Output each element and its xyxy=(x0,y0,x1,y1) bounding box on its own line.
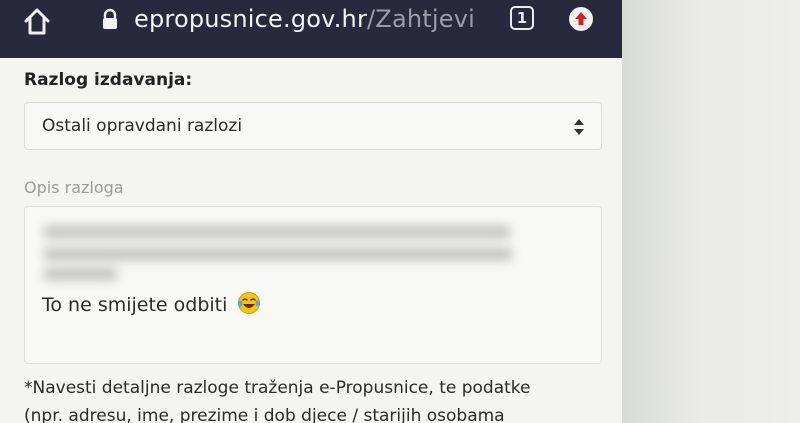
hint-line-2: (npr. adresu, ime, prezime i dob djece /… xyxy=(24,406,505,423)
select-arrows-icon xyxy=(574,119,584,135)
reason-select[interactable]: Ostali opravdani razlozi xyxy=(24,102,602,150)
background-outside-screen xyxy=(622,0,800,423)
description-textarea[interactable]: To ne smijete odbiti xyxy=(24,206,602,364)
home-icon[interactable] xyxy=(22,6,52,36)
url-host: epropusnice.gov.hr xyxy=(134,5,368,33)
description-label: Opis razloga xyxy=(24,178,124,197)
description-text: To ne smijete odbiti xyxy=(42,294,228,316)
redacted-text-line xyxy=(43,225,511,239)
browser-url-bar: epropusnice.gov.hr/Zahtjevi 1 xyxy=(0,0,622,58)
redacted-text-line xyxy=(43,247,513,261)
description-visible-text: To ne smijete odbiti xyxy=(42,291,261,316)
hint-line-1: *Navesti detaljne razloge traženja e-Pro… xyxy=(24,378,531,398)
face-with-tears-of-joy-icon xyxy=(238,292,261,314)
url-path: /Zahtjevi xyxy=(367,5,475,33)
reason-select-value: Ostali opravdani razlozi xyxy=(42,116,243,136)
address-field[interactable]: epropusnice.gov.hr/Zahtjevi xyxy=(134,2,475,36)
lock-icon[interactable] xyxy=(100,8,120,30)
phone-screen: epropusnice.gov.hr/Zahtjevi 1 Razlog izd… xyxy=(0,0,622,423)
tab-switcher-button[interactable]: 1 xyxy=(510,6,534,30)
reason-label: Razlog izdavanja: xyxy=(24,70,193,90)
hint-text: *Navesti detaljne razloge traženja e-Pro… xyxy=(24,374,604,423)
update-icon[interactable] xyxy=(568,6,594,32)
redacted-text-line xyxy=(43,267,118,281)
